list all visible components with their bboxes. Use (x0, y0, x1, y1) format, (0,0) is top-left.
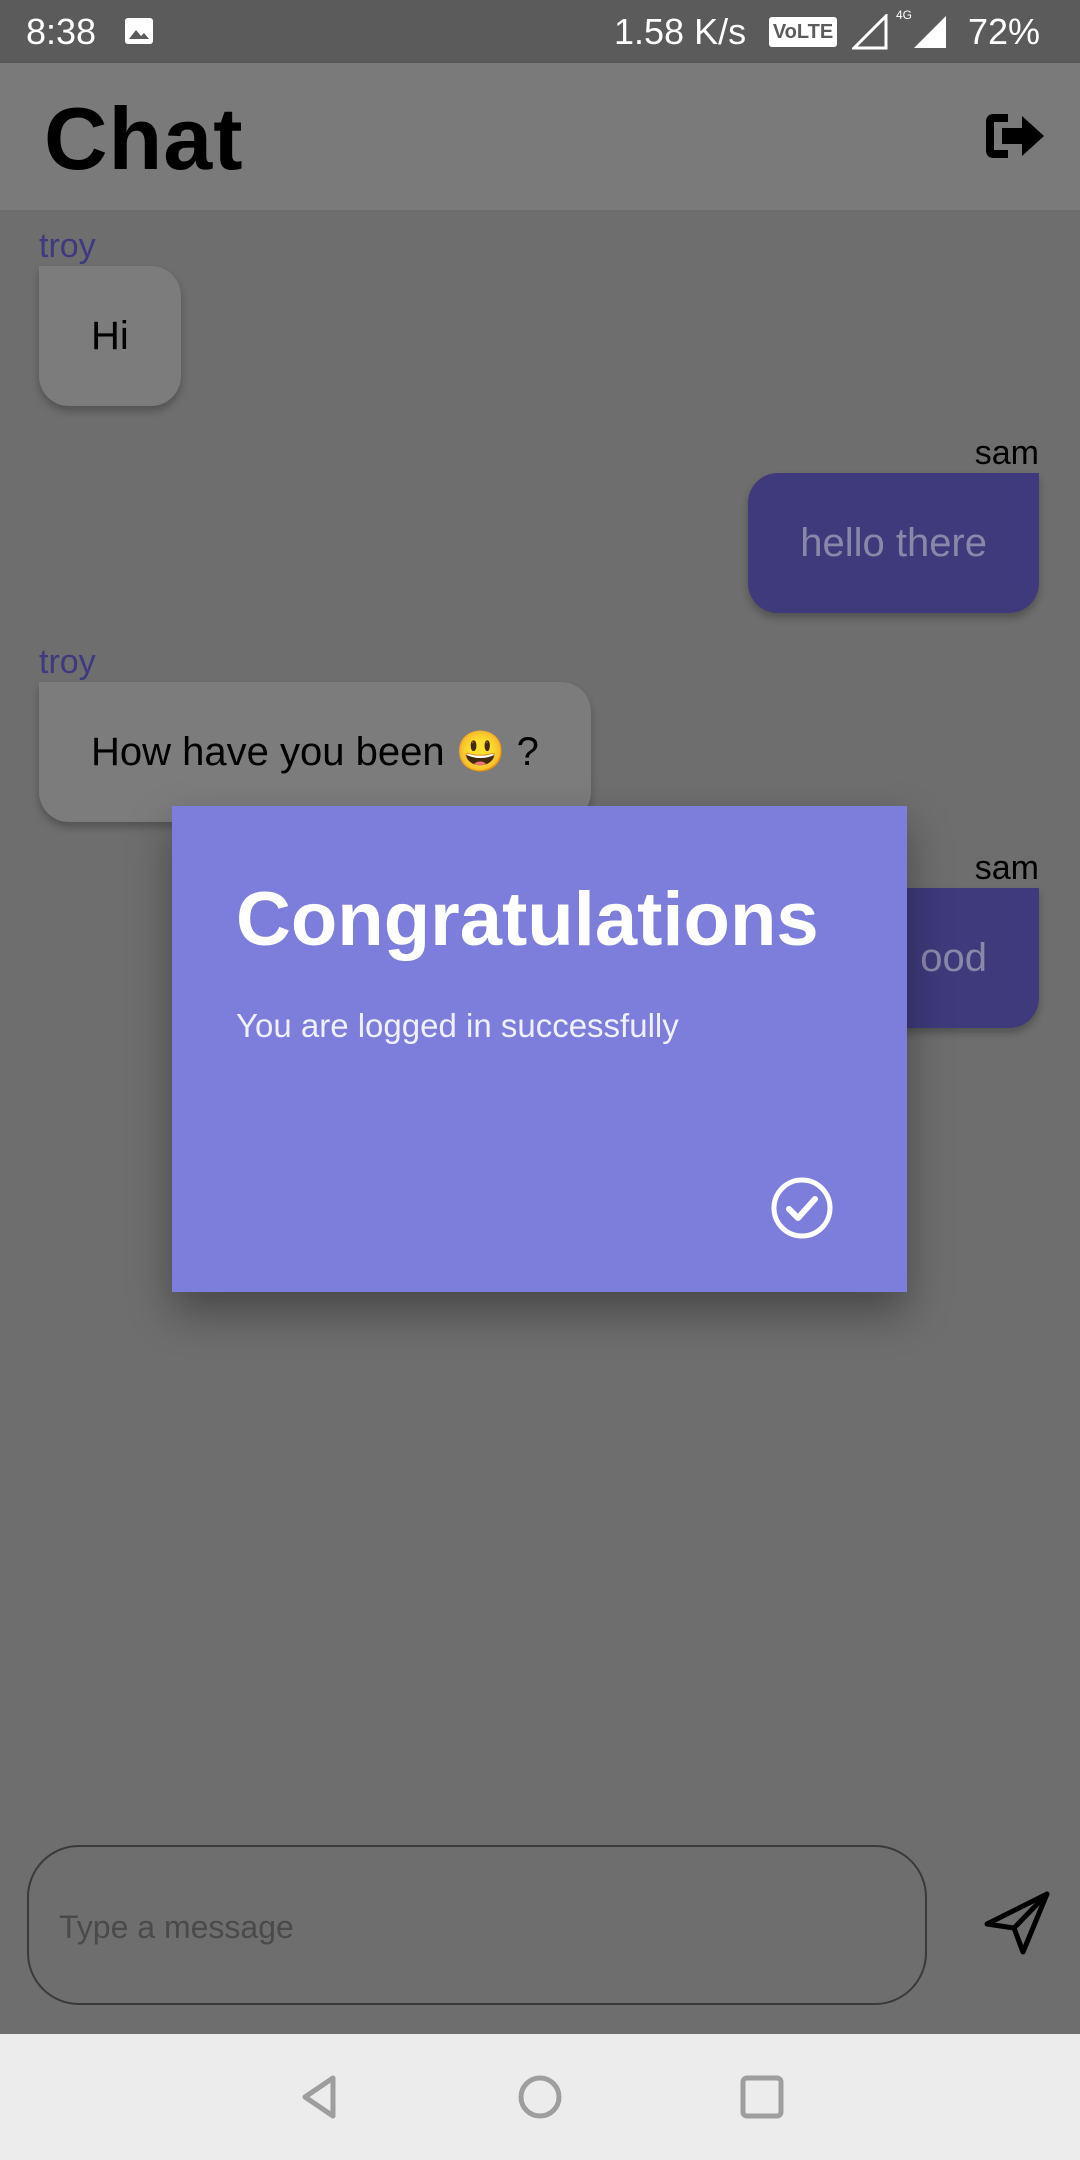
message-bubble[interactable]: hello there (748, 473, 1039, 613)
page-title: Chat (44, 89, 244, 188)
message-input-placeholder: Type a message (59, 1909, 294, 1945)
app-bar: Chat (0, 63, 1080, 210)
signal-sim1-icon (852, 14, 888, 50)
back-icon[interactable] (295, 2072, 345, 2122)
home-icon[interactable] (515, 2072, 565, 2122)
message-sender: troy (39, 227, 96, 265)
network-type: 4G (896, 8, 913, 22)
logout-icon[interactable] (982, 108, 1048, 164)
message-bubble[interactable]: Hi (39, 266, 181, 406)
recents-icon[interactable] (737, 2072, 787, 2122)
message-sender: troy (39, 643, 96, 681)
success-dialog: Congratulations You are logged in succes… (172, 806, 907, 1292)
dialog-message: You are logged in successfully (236, 1007, 679, 1044)
system-nav-bar (0, 2034, 1080, 2160)
battery-level: 72% (968, 11, 1041, 52)
message-composer: Type a message (0, 1818, 1080, 2034)
check-circle-icon[interactable] (770, 1176, 834, 1240)
dialog-title: Congratulations (236, 877, 819, 962)
status-bar: 8:38 1.58 K/s VoLTE 4G 72% (0, 0, 1080, 63)
message-input[interactable]: Type a message (27, 1845, 927, 2005)
signal-sim2-icon (914, 16, 946, 48)
image-notification-icon (125, 18, 153, 44)
status-time: 8:38 (26, 11, 97, 52)
network-speed: 1.58 K/s (614, 11, 747, 52)
send-icon[interactable] (983, 1888, 1053, 1958)
message-sender: sam (974, 849, 1039, 887)
message-sender: sam (974, 434, 1039, 472)
volte-badge: VoLTE (769, 17, 837, 47)
message-bubble[interactable]: How have you been 😃 ? (39, 682, 591, 822)
